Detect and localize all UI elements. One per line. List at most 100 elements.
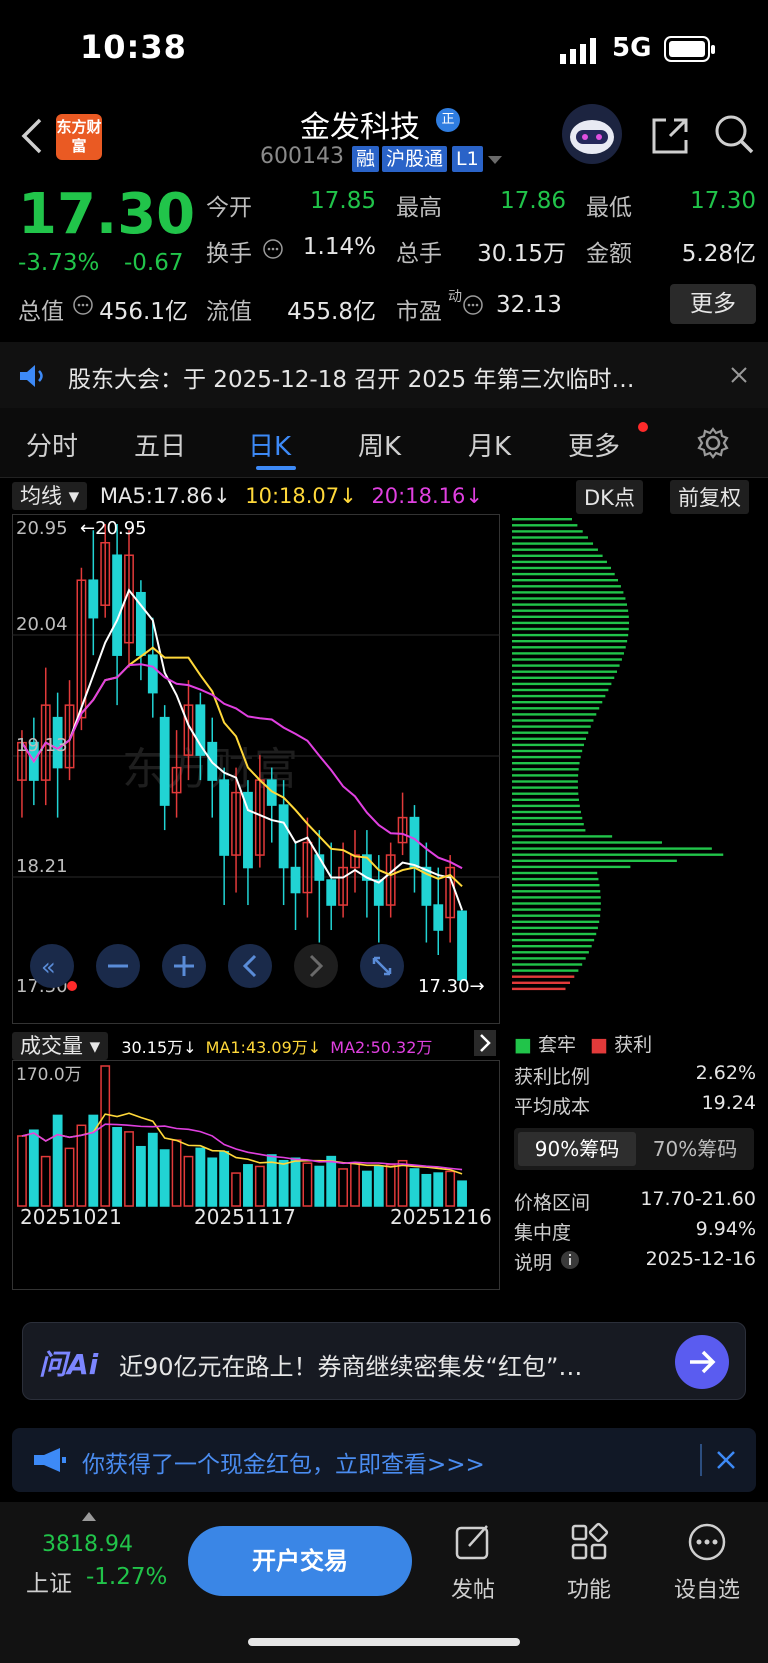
volume-bar [302,1162,313,1207]
chip-bar [512,701,603,704]
market-cap-value: 456.1亿 [99,299,188,325]
change-percent: -3.73% [18,250,100,276]
tab-intraday[interactable]: 分时 [26,426,78,463]
chip-bar [512,530,583,533]
notice-bar[interactable]: 股东大会：于 2025-12-18 召开 2025 年第三次临时… [0,342,768,408]
zoom-controls: « [30,944,404,988]
chip-bar [512,621,630,625]
chip-bar [512,719,594,722]
volume-bar [385,1164,396,1207]
volume-select-label: 成交量 [20,1034,83,1058]
chip-bar [512,780,578,783]
low-label: 最低 [586,195,632,221]
status-time: 10:38 [80,28,187,66]
amount-value: 5.28亿 [681,241,756,267]
dk-point-button[interactable]: DK点 [576,480,643,514]
tab-five-day[interactable]: 五日 [134,426,186,463]
volume-bar [195,1147,206,1207]
description-label: 说明 [514,1252,553,1274]
float-cap-label: 流值 [206,299,252,325]
open-account-button[interactable]: 开户交易 [188,1526,412,1596]
index-value[interactable]: 3818.94 [42,1532,133,1557]
quote-panel: 17.30 -3.73% -0.67 今开 17.85 最高 17.86 最低 … [0,182,768,342]
indicator-select[interactable]: 均线 ▾ [12,482,88,510]
tab-monthly-k[interactable]: 月K [468,426,511,463]
chip-bar [512,652,624,655]
chip-bar [512,713,597,716]
high-marker: ←20.95 [80,518,147,539]
volume-bar [373,1165,384,1207]
edit-icon [455,1525,489,1560]
price-range-label: 价格区间 [514,1192,591,1214]
chip-bar [512,835,613,838]
volume-bar [278,1159,289,1207]
network-type: 5G [612,33,652,63]
volume-bar [207,1157,218,1207]
tab-daily-k[interactable]: 日K [248,426,291,463]
info-dots-icon[interactable] [462,294,484,316]
toggle-90-percent[interactable]: 90%筹码 [518,1132,636,1166]
profit-ratio-label: 获利比例 [514,1066,591,1088]
chip-bar [512,890,601,893]
toggle-70-percent[interactable]: 70%筹码 [640,1132,750,1166]
tab-more[interactable]: 更多 [568,426,620,463]
volume-bar [231,1172,241,1207]
chip-bar [512,896,601,899]
open-label: 今开 [206,195,252,221]
chip-bar [512,664,620,667]
dropdown-icon[interactable] [488,156,502,166]
candle-body [326,879,337,906]
caret-up-icon [82,1512,96,1521]
chip-bar [512,658,622,661]
more-quote-button[interactable]: 更多 [670,284,756,324]
robot-icon [570,120,614,154]
chip-legend: ■ 套牢 ■ 获利 [514,1034,653,1056]
stock-name: 金发科技 [300,110,420,145]
candle-body [278,804,289,869]
volume-bar [457,1180,467,1207]
chip-bar [512,609,629,612]
kline-chart[interactable]: 东方财富 20.95 20.04 19.13 18.21 17.30 ←20.9… [12,514,500,1024]
volume-bar [28,1129,39,1207]
back-icon[interactable] [18,116,44,156]
price-tick-2: 20.04 [16,614,68,635]
chip-bar [512,829,586,832]
candle-body [219,779,230,856]
promo-banner[interactable]: 你获得了一个现金红包，立即查看>>> [12,1428,756,1492]
chip-bar [512,572,615,576]
close-icon[interactable] [716,1450,736,1470]
assistant-avatar[interactable] [562,104,622,164]
volume-bar [445,1170,456,1207]
ma10-value: 10:18.07↓ [245,484,357,508]
volume-bar [183,1155,194,1207]
volume-bar [290,1157,301,1207]
ai-assistant-bar[interactable]: 问Ai 近90亿元在路上！券商继续密集发“红包”… [22,1322,746,1400]
chip-range-toggle: 90%筹码 70%筹码 [514,1128,754,1170]
ma20-value: 20:18.16↓ [371,484,483,508]
close-icon[interactable] [730,366,748,384]
ai-go-button[interactable] [675,1335,729,1389]
info-icon[interactable] [560,1250,580,1270]
search-icon[interactable] [712,112,756,156]
stock-code: 600143 [260,144,344,169]
rewind-icon[interactable]: « [41,953,56,981]
volume-chart[interactable]: 170.0万 20251021 20251117 20251216 [12,1060,500,1290]
info-dots-icon[interactable] [72,294,94,316]
settings-gear-icon[interactable] [696,426,730,460]
chip-bar [512,646,626,649]
nav-functions[interactable]: 功能 [544,1522,634,1604]
price-tick-max: 20.95 [16,518,68,539]
chip-bar [512,932,597,936]
nav-post[interactable]: 发帖 [428,1522,518,1604]
adjust-button[interactable]: 前复权 [670,480,749,514]
info-dots-icon[interactable] [262,238,284,260]
share-icon[interactable] [648,114,692,158]
chip-bar [512,707,600,710]
expand-arrow-icon[interactable] [474,1030,496,1056]
chip-bar [512,987,566,991]
volume-select[interactable]: 成交量 ▾ [12,1032,109,1060]
nav-watchlist[interactable]: 设自选 [662,1522,752,1604]
avg-cost-value: 19.24 [701,1092,756,1114]
tag-margin: 融 [352,146,380,172]
tab-weekly-k[interactable]: 周K [358,426,401,463]
